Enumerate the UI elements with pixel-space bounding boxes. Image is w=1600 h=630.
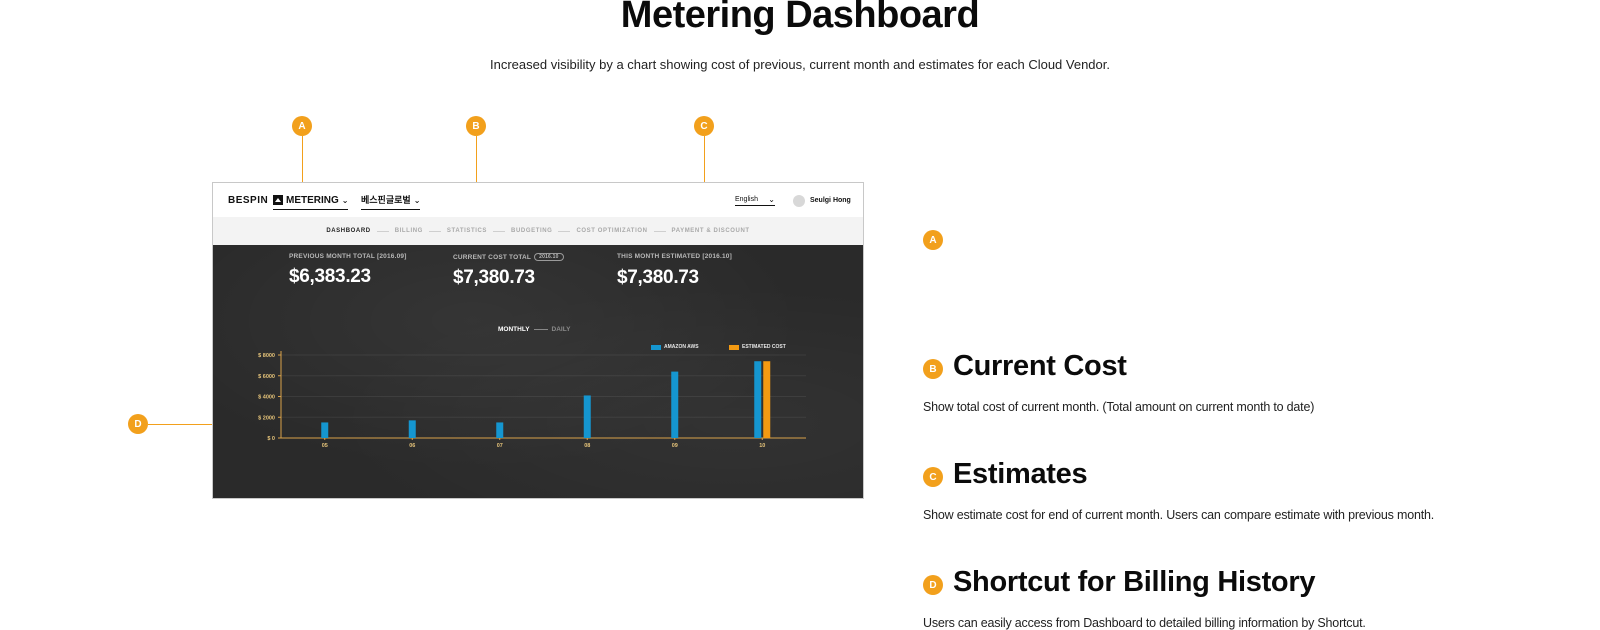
bar-aws (754, 361, 762, 438)
nav-statistics[interactable]: STATISTICS (447, 228, 487, 234)
marker-d: D (128, 414, 148, 434)
product-label: METERING (286, 194, 339, 206)
marker-b: B (466, 116, 486, 136)
bar-aws (321, 422, 329, 438)
product-selector[interactable]: METERING ⌄ (273, 193, 349, 210)
cost-chart[interactable]: $ 0 $ 2000 $ 4000 $ 6000 $ 8000 05 06 07 08 09 10 (213, 245, 863, 498)
language-label: English (735, 196, 758, 203)
dashboard-mockup: BESPIN METERING ⌄ 베스핀글로벌 ⌄ English ⌄ Seul… (212, 182, 864, 499)
nav-divider (653, 230, 666, 232)
y-tick-label: $ 0 (267, 436, 275, 442)
x-tick-label: 05 (322, 443, 328, 449)
feature-shortcut-desc: Users can easily access from Dashboard t… (923, 616, 1366, 630)
feature-d-marker: D (923, 575, 943, 595)
avatar[interactable] (793, 195, 805, 207)
user-name[interactable]: Seulgi Hong (810, 197, 851, 204)
bar-aws (671, 371, 679, 438)
chevron-down-icon: ⌄ (341, 195, 349, 205)
main-nav: DASHBOARD BILLING STATISTICS BUDGETING C… (213, 217, 863, 246)
dashboard-board: PREVIOUS MONTH TOTAL [2016.09] $6,383.23… (213, 245, 863, 498)
chevron-down-icon: ⌄ (413, 196, 421, 205)
feature-current-title: Current Cost (953, 350, 1127, 382)
marker-a: A (292, 116, 312, 136)
nav-divider (493, 230, 506, 232)
page-title: Metering Dashboard (620, 0, 980, 36)
org-selector[interactable]: 베스핀글로벌 ⌄ (361, 193, 421, 210)
bar-aws (583, 395, 591, 438)
feature-shortcut-title: Shortcut for Billing History (953, 566, 1316, 598)
y-tick-label: $ 2000 (258, 415, 275, 421)
bar-estimated (763, 361, 771, 438)
bar-aws (496, 422, 504, 438)
language-select[interactable]: English ⌄ (735, 195, 775, 206)
brand-logo[interactable]: BESPIN (228, 195, 268, 206)
nav-payment-discount[interactable]: PAYMENT & DISCOUNT (672, 228, 750, 234)
x-tick-label: 08 (584, 443, 590, 449)
nav-cost-optimization[interactable]: COST OPTIMIZATION (576, 228, 647, 234)
feature-b-marker: B (923, 359, 943, 379)
x-tick-label: 06 (409, 443, 415, 449)
nav-billing[interactable]: BILLING (395, 228, 423, 234)
org-label: 베스핀글로벌 (361, 195, 411, 205)
y-tick-label: $ 8000 (258, 353, 275, 359)
nav-divider (376, 230, 389, 232)
nav-divider (558, 230, 571, 232)
feature-estimates-title: Estimates (953, 458, 1088, 490)
y-tick-label: $ 6000 (258, 374, 275, 380)
feature-c-marker: C (923, 467, 943, 487)
x-tick-label: 10 (759, 443, 765, 449)
x-tick-label: 07 (497, 443, 503, 449)
nav-divider (428, 230, 441, 232)
page-subtitle: Increased visibility by a chart showing … (490, 57, 1110, 72)
x-tick-label: 09 (672, 443, 678, 449)
bar-aws (408, 420, 416, 438)
feature-a-marker: A (923, 230, 943, 250)
metering-logo-icon (273, 195, 283, 205)
nav-budgeting[interactable]: BUDGETING (511, 228, 552, 234)
chevron-down-icon: ⌄ (768, 195, 775, 204)
app-header: BESPIN METERING ⌄ 베스핀글로벌 ⌄ English ⌄ Seul… (213, 183, 863, 217)
nav-dashboard[interactable]: DASHBOARD (326, 228, 370, 234)
marker-c: C (694, 116, 714, 136)
feature-estimates-desc: Show estimate cost for end of current mo… (923, 508, 1435, 522)
y-tick-label: $ 4000 (258, 395, 275, 401)
feature-current-desc: Show total cost of current month. (Total… (923, 400, 1315, 414)
